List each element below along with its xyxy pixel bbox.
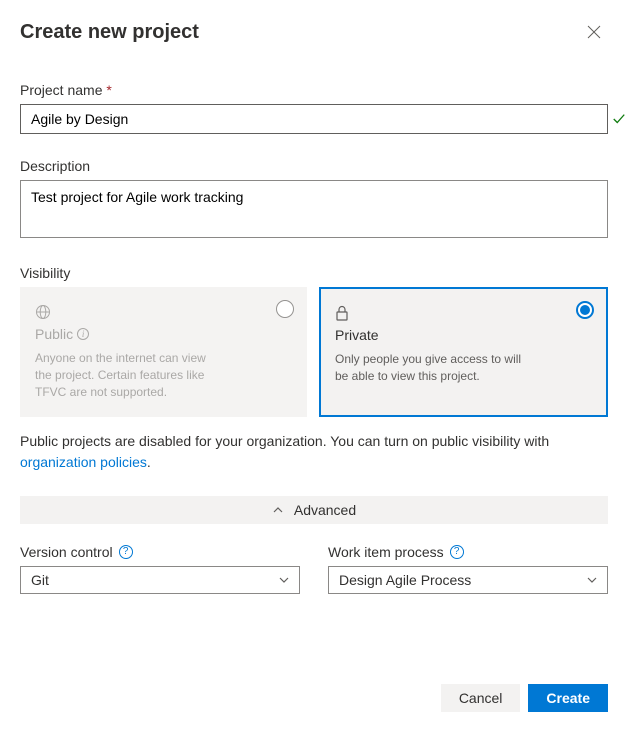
version-control-label: Version control ?: [20, 544, 300, 560]
organization-policies-link[interactable]: organization policies: [20, 454, 147, 470]
advanced-toggle-label: Advanced: [294, 502, 356, 518]
visibility-option-public: Public i Anyone on the internet can view…: [20, 287, 307, 417]
checkmark-icon: [612, 112, 626, 126]
help-icon[interactable]: ?: [450, 545, 464, 559]
visibility-public-title: Public i: [35, 326, 292, 342]
help-icon[interactable]: ?: [119, 545, 133, 559]
close-button[interactable]: [580, 18, 608, 46]
description-label: Description: [20, 158, 608, 174]
info-icon: i: [77, 328, 89, 340]
cancel-button[interactable]: Cancel: [441, 684, 521, 712]
create-button[interactable]: Create: [528, 684, 608, 712]
project-name-label-text: Project name: [20, 82, 102, 98]
chevron-up-icon: [272, 504, 284, 516]
required-asterisk: *: [106, 82, 111, 98]
visibility-label: Visibility: [20, 265, 608, 281]
visibility-private-description: Only people you give access to will be a…: [335, 351, 525, 385]
dialog-title: Create new project: [20, 21, 199, 44]
version-control-select[interactable]: Git: [20, 566, 300, 594]
visibility-public-description: Anyone on the internet can view the proj…: [35, 350, 225, 400]
radio-icon: [576, 301, 594, 319]
lock-icon: [335, 305, 592, 321]
public-disabled-notice: Public projects are disabled for your or…: [20, 431, 608, 472]
project-name-input[interactable]: [20, 104, 608, 134]
globe-icon: [35, 304, 292, 320]
work-item-process-label: Work item process ?: [328, 544, 608, 560]
project-name-label: Project name *: [20, 82, 608, 98]
work-item-process-select[interactable]: Design Agile Process: [328, 566, 608, 594]
visibility-option-private[interactable]: Private Only people you give access to w…: [319, 287, 608, 417]
advanced-toggle[interactable]: Advanced: [20, 496, 608, 524]
description-input[interactable]: Test project for Agile work tracking: [20, 180, 608, 238]
visibility-private-title: Private: [335, 327, 592, 343]
close-icon: [586, 24, 602, 40]
radio-icon: [276, 300, 294, 318]
